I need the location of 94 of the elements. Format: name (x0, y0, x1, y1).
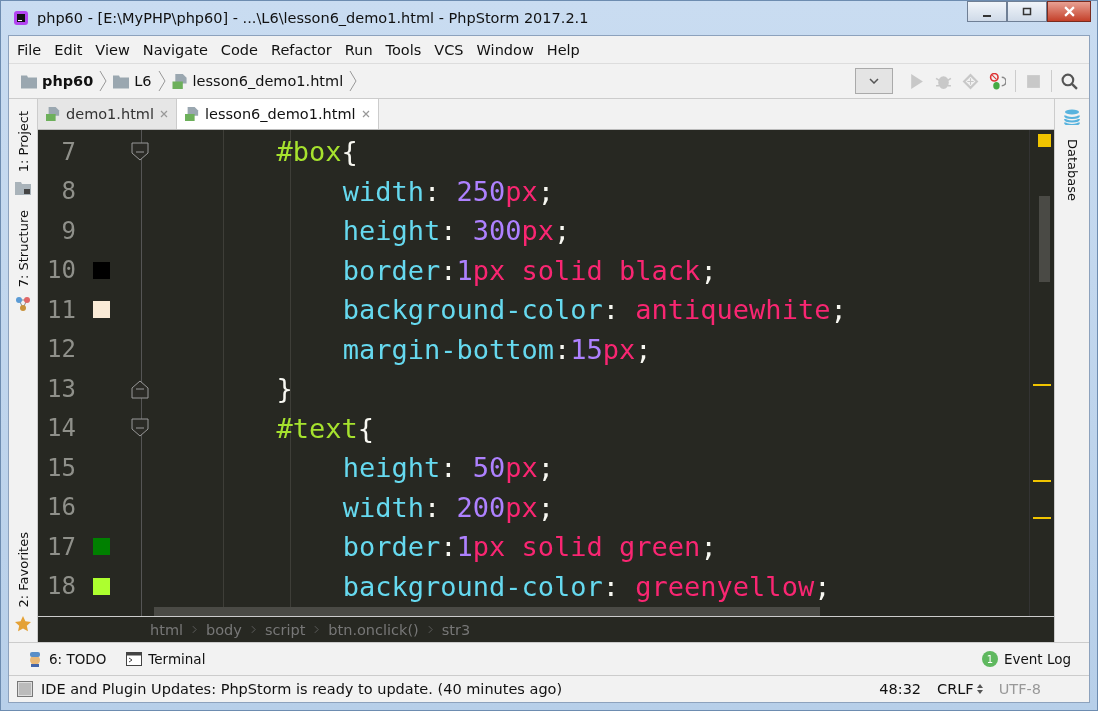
menu-item[interactable]: Window (476, 41, 534, 58)
fold-marker-icon[interactable] (131, 141, 149, 162)
breadcrumb-item[interactable]: L6 (134, 73, 152, 89)
chevron-icon (427, 625, 433, 634)
code-line: background-color: antiquewhite; (341, 294, 847, 326)
code-line: background-color: greenyellow; (341, 570, 831, 602)
status-message[interactable]: IDE and Plugin Updates: PhpStorm is ready to update. (40 minutes ago) (41, 681, 563, 697)
fold-marker-icon[interactable] (131, 418, 149, 439)
project-tool-tab[interactable]: 1: Project (14, 107, 32, 177)
menu-item[interactable]: Edit (54, 41, 83, 58)
up-down-icon (976, 684, 983, 694)
code-line: width: 200px; (341, 491, 555, 523)
code-line: width: 250px; (341, 175, 555, 207)
line-number: 7 (60, 137, 76, 166)
editor-tab[interactable]: demo1.html (38, 99, 177, 129)
chevron-icon (250, 625, 256, 634)
run-config-dropdown[interactable] (855, 68, 893, 94)
folder-icon (21, 73, 37, 89)
fold-marker-icon[interactable] (131, 378, 149, 399)
code-line: border:1px solid green; (341, 531, 717, 563)
html-file-icon (171, 73, 188, 89)
code-line: #box{ (275, 136, 358, 168)
html-file-icon (46, 107, 60, 121)
code-line: } (275, 373, 293, 405)
breadcrumb-item[interactable]: php60 (42, 73, 94, 89)
line-separator-selector[interactable]: CRLF (937, 681, 974, 697)
code-line: #text{ (275, 412, 374, 444)
line-number: 9 (60, 216, 76, 245)
menu-item[interactable]: Navigate (142, 41, 208, 58)
line-number: 15 (46, 453, 76, 482)
favorites-tool-tab[interactable]: 2: Favorites (14, 528, 32, 612)
caret-icon (869, 78, 879, 84)
menu-item[interactable]: Run (344, 41, 373, 58)
code-line: height: 300px; (341, 215, 571, 247)
maximize-icon (1022, 6, 1032, 17)
menu-item[interactable]: File (17, 41, 42, 58)
person-icon (27, 651, 43, 667)
folder-icon (113, 73, 130, 89)
html-file-icon (185, 107, 199, 121)
tool-window-button[interactable]: Terminal (116, 651, 216, 667)
line-number: 18 (46, 572, 76, 601)
line-number: 16 (46, 493, 76, 522)
error-stripe-mark (1033, 384, 1051, 386)
maximize-button[interactable] (1007, 1, 1047, 22)
structure-icon (15, 295, 31, 312)
chevron-icon (192, 625, 198, 634)
error-stripe-mark (1033, 480, 1051, 482)
notification-badge: 1 (981, 651, 998, 667)
editor-tab[interactable]: lesson6_demo1.html (177, 99, 379, 129)
close-icon (1063, 6, 1075, 17)
line-number: 11 (46, 295, 76, 324)
line-number: 8 (60, 177, 76, 206)
menu-item[interactable]: Code (220, 41, 258, 58)
line-number: 14 (46, 414, 76, 443)
menu-item[interactable]: Tools (385, 41, 422, 58)
chevron-icon (157, 70, 166, 92)
tool-window-button[interactable]: 6: TODO (17, 651, 117, 667)
code-line: height: 50px; (341, 452, 555, 484)
error-stripe-mark (1033, 517, 1051, 519)
horizontal-scrollbar[interactable] (154, 607, 820, 616)
star-icon (15, 616, 31, 632)
vertical-scrollbar[interactable] (1039, 196, 1050, 282)
line-number: 12 (46, 335, 76, 364)
chevron-icon (314, 625, 320, 634)
menu-item[interactable]: VCS (434, 41, 464, 58)
minimize-button[interactable] (967, 1, 1007, 22)
menu-item[interactable]: Refactor (270, 41, 332, 58)
menu-item[interactable]: View (95, 41, 130, 58)
minimize-icon (983, 14, 991, 17)
menu-item[interactable]: Help (546, 41, 580, 58)
chevron-icon (349, 70, 358, 92)
inspection-status-icon (1038, 134, 1051, 147)
database-tool-tab[interactable]: Database (1063, 135, 1081, 206)
close-icon[interactable] (160, 110, 168, 118)
code-line: margin-bottom:15px; (341, 333, 652, 365)
structure-tool-tab[interactable]: 7: Structure (14, 206, 32, 292)
terminal-icon (126, 651, 143, 667)
search-icon[interactable] (1061, 72, 1078, 90)
tool-windows-icon[interactable] (17, 681, 33, 697)
code-line: border:1px solid black; (341, 254, 717, 286)
app-icon (13, 10, 29, 26)
line-number: 10 (46, 256, 76, 285)
event-log-button[interactable]: 1 Event Log (971, 651, 1081, 667)
close-button[interactable] (1047, 1, 1091, 22)
chevron-icon (99, 70, 108, 92)
database-icon (1064, 109, 1080, 125)
window-title: php60 - [E:\MyPHP\php60] - ...\L6\lesson6_demo1.html - PhpStorm 2017.2.1 (37, 10, 589, 26)
breadcrumb-item[interactable]: lesson6_demo1.html (192, 73, 344, 89)
folder-icon (15, 180, 31, 197)
caret-position[interactable]: 48:32 (879, 681, 922, 697)
listen-debug-icon[interactable] (989, 72, 1006, 90)
line-number: 13 (46, 374, 76, 403)
close-icon[interactable] (361, 110, 370, 118)
line-number: 17 (46, 532, 76, 561)
